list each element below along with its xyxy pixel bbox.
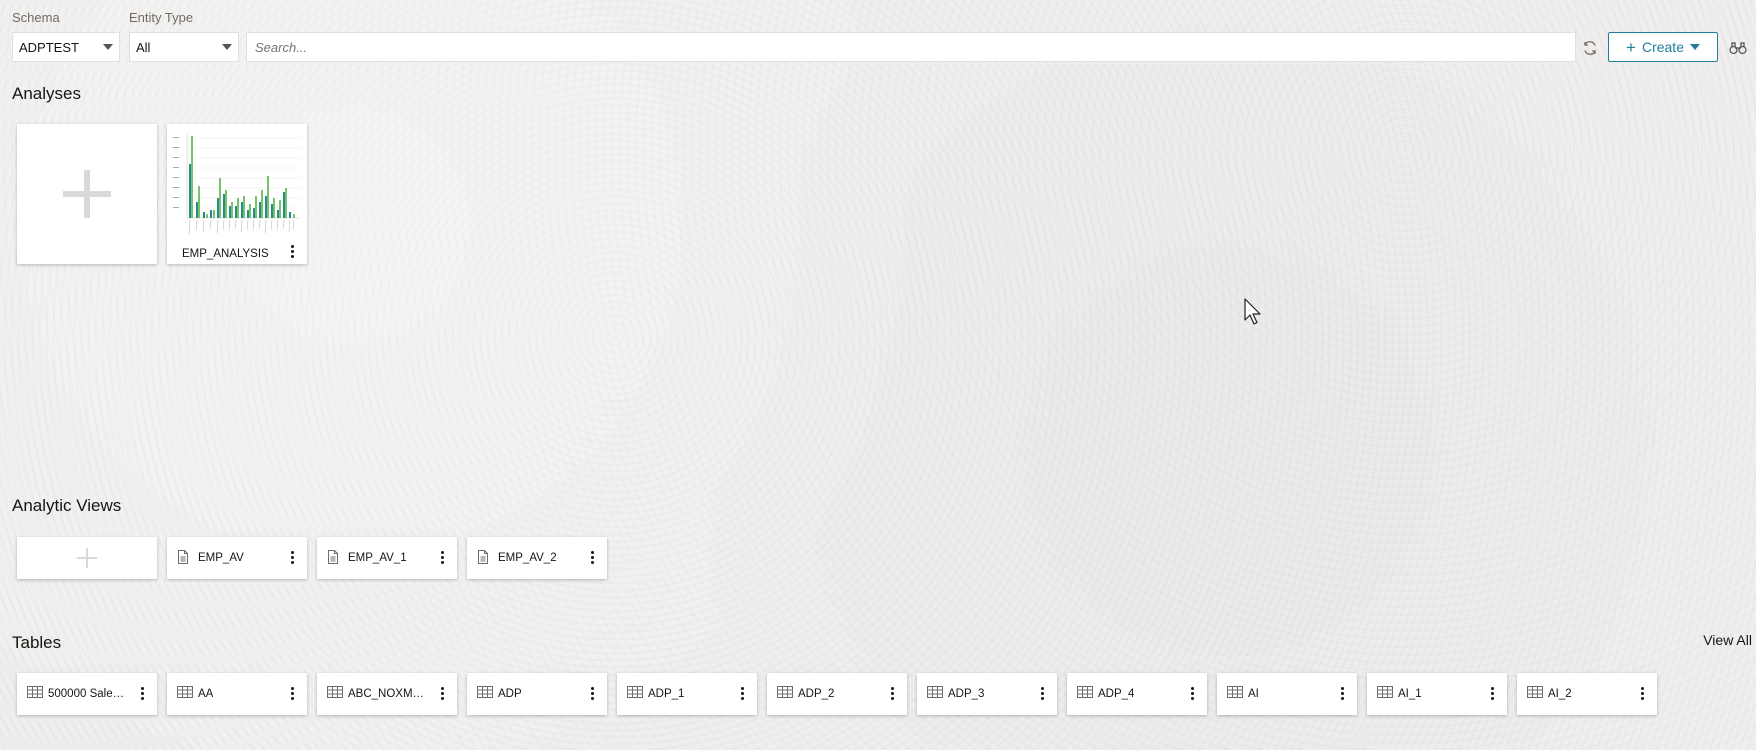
table-tile[interactable]: ADP	[467, 673, 607, 715]
table-tile-label: ADP_3	[948, 688, 985, 700]
more-options-icon[interactable]	[139, 687, 145, 700]
binoculars-icon	[1729, 42, 1747, 55]
toolbar: Schema ADPTEST Entity Type All + Create	[12, 10, 1752, 64]
table-tile[interactable]: AI_1	[1367, 673, 1507, 715]
table-tile[interactable]: ADP_3	[917, 673, 1057, 715]
more-options-icon[interactable]	[589, 687, 595, 700]
view-all-link[interactable]: View All	[1703, 632, 1752, 648]
tables-title: Tables	[12, 633, 62, 652]
document-icon	[328, 550, 338, 564]
document-icon	[478, 550, 488, 564]
analytic-view-tile[interactable]: EMP_AV_2	[467, 537, 607, 579]
mouse-cursor-icon	[1244, 298, 1261, 325]
analysis-tile-label: EMP_ANALYSIS	[182, 248, 269, 260]
more-options-icon[interactable]	[289, 687, 295, 700]
create-button-label: Create	[1641, 39, 1684, 55]
search-input[interactable]	[255, 39, 1567, 55]
more-options-icon[interactable]	[289, 551, 295, 564]
table-tile[interactable]: 500000 Sales ...	[17, 673, 157, 715]
analytic-view-tile[interactable]: EMP_AV_1	[317, 537, 457, 579]
table-tile-label: ADP_4	[1098, 688, 1135, 700]
table-tile[interactable]: ADP_1	[617, 673, 757, 715]
table-tile-label: AI_1	[1398, 688, 1422, 700]
more-options-icon[interactable]	[889, 687, 895, 700]
more-options-icon[interactable]	[1339, 687, 1345, 700]
table-tile-label: AI	[1248, 688, 1259, 700]
new-analytic-view-tile[interactable]	[17, 537, 157, 579]
table-tile-label: ADP	[498, 688, 522, 700]
table-icon	[477, 686, 493, 698]
entity-type-select[interactable]: All	[129, 32, 239, 62]
analytic-view-label: EMP_AV_2	[498, 552, 557, 564]
table-icon	[777, 686, 793, 698]
analytic-views-title: Analytic Views	[12, 496, 122, 515]
table-tile-label: AI_2	[1548, 688, 1572, 700]
document-icon	[178, 550, 188, 564]
table-tile-label: AA	[198, 688, 214, 700]
chevron-down-icon	[1689, 44, 1700, 50]
analysis-tile[interactable]: EMP_ANALYSIS	[167, 124, 307, 264]
plus-icon	[77, 548, 97, 568]
table-tile-label: ADP_2	[798, 688, 835, 700]
analytic-view-tile[interactable]: EMP_AV	[167, 537, 307, 579]
table-icon	[177, 686, 193, 698]
more-options-icon[interactable]	[739, 687, 745, 700]
table-icon	[27, 686, 43, 698]
more-options-icon[interactable]	[1489, 687, 1495, 700]
analytic-view-label: EMP_AV	[198, 552, 244, 564]
new-analysis-tile[interactable]	[17, 124, 157, 264]
more-options-icon[interactable]	[439, 551, 445, 564]
table-icon	[1527, 686, 1543, 698]
table-tile[interactable]: AI_2	[1517, 673, 1657, 715]
more-options-icon[interactable]	[1639, 687, 1645, 700]
table-tile[interactable]: ABC_NOXMLNS	[317, 673, 457, 715]
table-icon	[1077, 686, 1093, 698]
more-options-icon[interactable]	[589, 551, 595, 564]
entity-type-select-value: All	[136, 39, 151, 55]
schema-select[interactable]: ADPTEST	[12, 32, 120, 62]
background-texture	[0, 0, 1756, 750]
search-field[interactable]	[246, 32, 1576, 62]
table-tile-label: ADP_1	[648, 688, 685, 700]
table-tile-label: ABC_NOXMLNS	[348, 688, 428, 700]
more-options-icon[interactable]	[1189, 687, 1195, 700]
schema-label: Schema	[12, 10, 60, 25]
analytic-view-label: EMP_AV_1	[348, 552, 407, 564]
chevron-down-icon	[222, 44, 232, 50]
analysis-thumbnail-chart	[173, 134, 301, 235]
schema-select-value: ADPTEST	[19, 39, 79, 55]
create-button[interactable]: + Create	[1608, 32, 1718, 62]
table-icon	[327, 686, 343, 698]
table-tile[interactable]: AI	[1217, 673, 1357, 715]
chevron-down-icon	[103, 44, 113, 50]
table-tile-label: 500000 Sales ...	[48, 688, 128, 700]
table-tile[interactable]: ADP_4	[1067, 673, 1207, 715]
analyses-title: Analyses	[12, 84, 81, 103]
table-icon	[627, 686, 643, 698]
table-tile[interactable]: AA	[167, 673, 307, 715]
refresh-button[interactable]	[1578, 36, 1602, 60]
table-icon	[1377, 686, 1393, 698]
more-options-icon[interactable]	[289, 245, 295, 258]
table-icon	[1227, 686, 1243, 698]
table-icon	[927, 686, 943, 698]
binoculars-button[interactable]	[1726, 36, 1750, 60]
plus-icon: +	[1626, 37, 1636, 57]
refresh-icon	[1584, 41, 1596, 55]
more-options-icon[interactable]	[439, 687, 445, 700]
plus-icon	[63, 170, 111, 218]
more-options-icon[interactable]	[1039, 687, 1045, 700]
entity-type-label: Entity Type	[129, 10, 194, 25]
table-tile[interactable]: ADP_2	[767, 673, 907, 715]
